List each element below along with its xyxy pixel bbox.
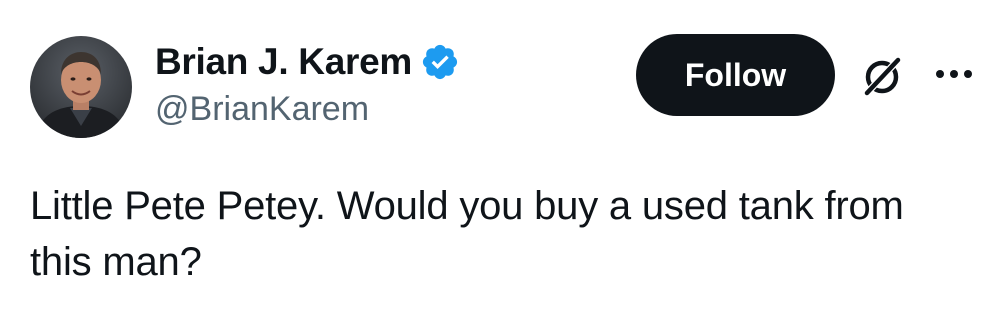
author-name-row[interactable]: Brian J. Karem (155, 40, 460, 84)
follow-button[interactable]: Follow (636, 34, 835, 116)
grok-icon[interactable] (858, 52, 906, 100)
avatar-photo (30, 36, 132, 138)
tweet-card: Brian J. Karem @BrianKarem Follow Little… (0, 0, 990, 312)
verified-badge-icon[interactable] (420, 42, 460, 82)
more-horizontal-icon[interactable] (933, 62, 975, 86)
tweet-text: Little Pete Petey. Would you buy a used … (30, 184, 904, 284)
avatar[interactable] (30, 36, 132, 138)
author-display-name[interactable]: Brian J. Karem (155, 41, 412, 83)
author-handle[interactable]: @BrianKarem (155, 90, 369, 129)
